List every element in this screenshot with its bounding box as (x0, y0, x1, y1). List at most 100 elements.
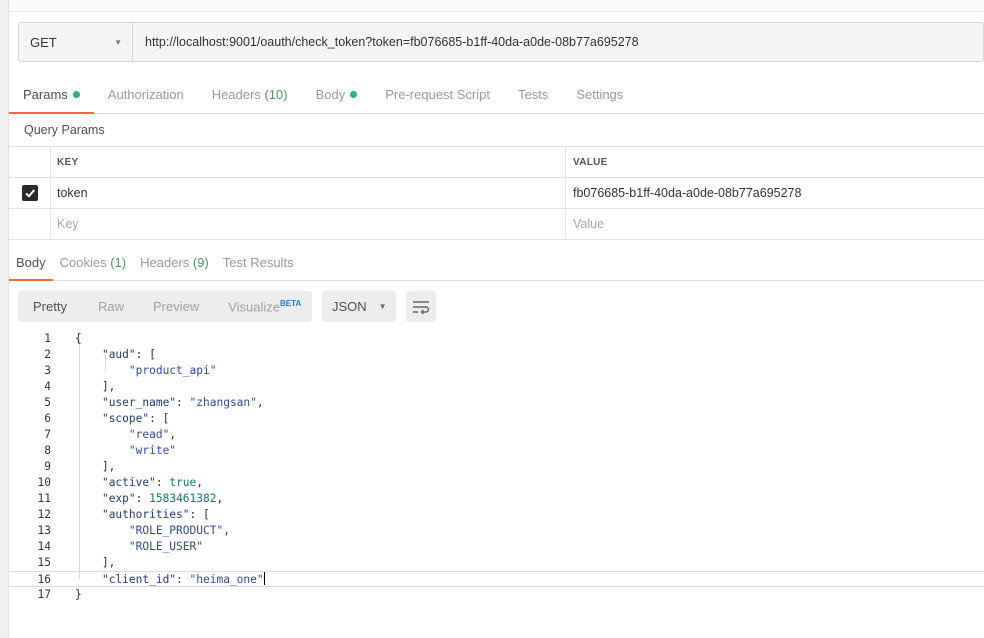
line-number: 14 (37, 540, 51, 553)
tab-label: Headers (140, 255, 193, 270)
new-param-checkbox-cell (9, 209, 50, 239)
code-text: "ROLE_USER" (128, 540, 203, 553)
tab-label: Headers (211, 87, 265, 102)
param-value-field[interactable]: fb076685-b1ff-40da-a0de-08b77a695278 (566, 178, 984, 208)
new-param-key-input[interactable]: Key (50, 209, 566, 239)
tab-settings[interactable]: Settings (562, 78, 637, 114)
code-line: 11 "exp": 1583461382, (9, 491, 984, 507)
tab-label: Tests (517, 87, 549, 102)
code-line: 5 "user_name": "zhangsan", (9, 395, 984, 411)
tab-count: (9) (192, 255, 209, 270)
code-line: 10 "active": true, (9, 475, 984, 491)
beta-badge: BETA (280, 298, 302, 308)
code-text: "active": true, (101, 476, 204, 489)
code-text: "user_name": "zhangsan", (101, 396, 264, 409)
preview-view-button[interactable]: Preview (124, 299, 199, 314)
response-tab-test-results[interactable]: Test Results (216, 246, 301, 281)
code-line: 2 "aud": [ (9, 347, 984, 363)
code-line: 13 "ROLE_PRODUCT", (9, 523, 984, 539)
chevron-down-icon: ▼ (114, 37, 122, 47)
wrap-lines-icon (413, 300, 430, 314)
code-line: 8 "write" (9, 443, 984, 459)
code-line: 15 ], (9, 555, 984, 571)
view-mode-group: Pretty Raw Preview VisualizeBETA (18, 291, 312, 322)
request-bar: GET ▼ http://localhost:9001/oauth/check_… (18, 22, 984, 62)
line-number: 4 (44, 380, 51, 393)
tab-label: Cookies (59, 255, 111, 270)
status-dot-icon (350, 91, 358, 98)
method-select[interactable]: GET ▼ (19, 23, 133, 61)
tab-authorization[interactable]: Authorization (94, 78, 198, 114)
code-line: 7 "read", (9, 427, 984, 443)
tab-label: Settings (576, 87, 624, 102)
tab-label: Body (315, 87, 346, 102)
new-param-row: Key Value (9, 209, 984, 240)
tab-body[interactable]: Body (302, 78, 372, 114)
code-text: } (75, 588, 82, 601)
code-text: ], (75, 556, 116, 569)
visualize-view-button[interactable]: VisualizeBETA (199, 299, 301, 314)
response-tab-cookies[interactable]: Cookies (1) (53, 246, 133, 281)
response-tabs: Body Cookies (1) Headers (9) Test Results (9, 246, 984, 281)
code-text: "ROLE_PRODUCT", (128, 524, 230, 537)
code-text: { (75, 332, 82, 345)
line-number: 17 (37, 588, 51, 601)
code-line: 6 "scope": [ (9, 411, 984, 427)
params-table: KEY VALUE token fb076685-b1ff-40da-a0de-… (9, 146, 984, 240)
raw-view-button[interactable]: Raw (67, 299, 124, 314)
tab-params[interactable]: Params (9, 78, 94, 114)
left-rail (0, 0, 9, 638)
format-select[interactable]: JSON ▼ (322, 291, 396, 322)
param-enabled-checkbox[interactable] (21, 185, 38, 201)
code-line: 9 ], (9, 459, 984, 475)
url-input[interactable]: http://localhost:9001/oauth/check_token?… (133, 35, 639, 49)
line-number: 7 (44, 428, 51, 441)
tab-pre-request-script[interactable]: Pre-request Script (371, 78, 504, 114)
method-label: GET (30, 34, 57, 50)
line-number: 12 (37, 508, 51, 521)
line-number: 13 (37, 524, 51, 537)
response-tab-body[interactable]: Body (9, 246, 53, 281)
line-number: 6 (44, 412, 51, 425)
line-number: 5 (44, 396, 51, 409)
visualize-label: Visualize (228, 299, 281, 315)
code-line: 4 ], (9, 379, 984, 395)
tab-count: (10) (264, 87, 288, 102)
line-number: 16 (37, 573, 51, 586)
code-line: 3 "product_api" (9, 363, 984, 379)
params-header-row: KEY VALUE (9, 147, 984, 178)
pretty-view-button[interactable]: Pretty (18, 299, 67, 314)
code-line: 17} (9, 587, 984, 603)
tab-label: Test Results (222, 255, 294, 270)
new-param-value-input[interactable]: Value (566, 209, 984, 239)
param-key-field[interactable]: token (50, 178, 566, 208)
line-number: 15 (37, 556, 51, 569)
response-body-editor[interactable]: 1{2 "aud": [3 "product_api" 4 ], 5 "user_n… (9, 331, 984, 603)
check-icon (24, 189, 35, 198)
response-tab-headers[interactable]: Headers (9) (133, 246, 216, 281)
tab-tests[interactable]: Tests (504, 78, 562, 114)
query-params-title: Query Params (24, 123, 105, 137)
code-text: ], (75, 380, 116, 393)
code-line: 12 "authorities": [ (9, 507, 984, 523)
param-row: token fb076685-b1ff-40da-a0de-08b77a6952… (9, 178, 984, 209)
code-text: "aud": [ (101, 348, 156, 361)
code-text: "read", (128, 428, 177, 441)
tab-label: Params (23, 87, 68, 102)
line-number: 9 (44, 460, 51, 473)
tab-headers[interactable]: Headers (10) (198, 78, 302, 114)
code-text: ], (75, 460, 116, 473)
param-checkbox-cell (9, 178, 50, 208)
code-line: 14 "ROLE_USER" (9, 539, 984, 555)
chevron-down-icon: ▼ (378, 302, 387, 311)
code-text: "scope": [ (101, 412, 170, 425)
line-number: 2 (44, 348, 51, 361)
line-number: 11 (37, 492, 51, 505)
line-number: 3 (44, 364, 51, 377)
code-text: "authorities": [ (101, 508, 210, 521)
tab-label: Body (16, 255, 46, 270)
tab-count: (1) (110, 255, 127, 270)
wrap-lines-button[interactable] (406, 291, 436, 322)
code-text: "product_api" (128, 364, 217, 377)
code-text: "client_id": "heima_one" (101, 572, 265, 586)
